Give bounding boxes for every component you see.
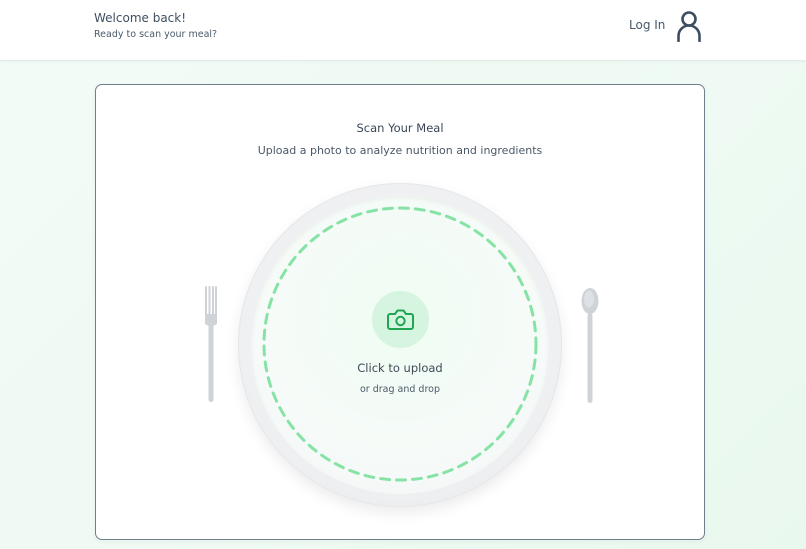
login-button[interactable]: Log In (629, 18, 665, 32)
upload-label[interactable]: Click to upload (262, 361, 538, 375)
scan-title: Scan Your Meal (356, 121, 444, 135)
upload-hint: or drag and drop (359, 384, 440, 395)
scan-subtitle: Upload a photo to analyze nutrition and … (257, 144, 543, 157)
top-bar: Welcome back! Ready to scan your meal? L… (0, 0, 806, 61)
spoon-icon (581, 288, 599, 403)
scan-card: Scan Your Meal Upload a photo to analyze… (95, 84, 705, 540)
welcome-title: Welcome back! (94, 11, 187, 25)
camera-icon (387, 309, 414, 330)
welcome-subtitle: Ready to scan your meal? (94, 29, 218, 40)
user-icon[interactable] (676, 10, 702, 42)
fork-icon (205, 286, 217, 402)
camera-button[interactable] (372, 291, 429, 348)
